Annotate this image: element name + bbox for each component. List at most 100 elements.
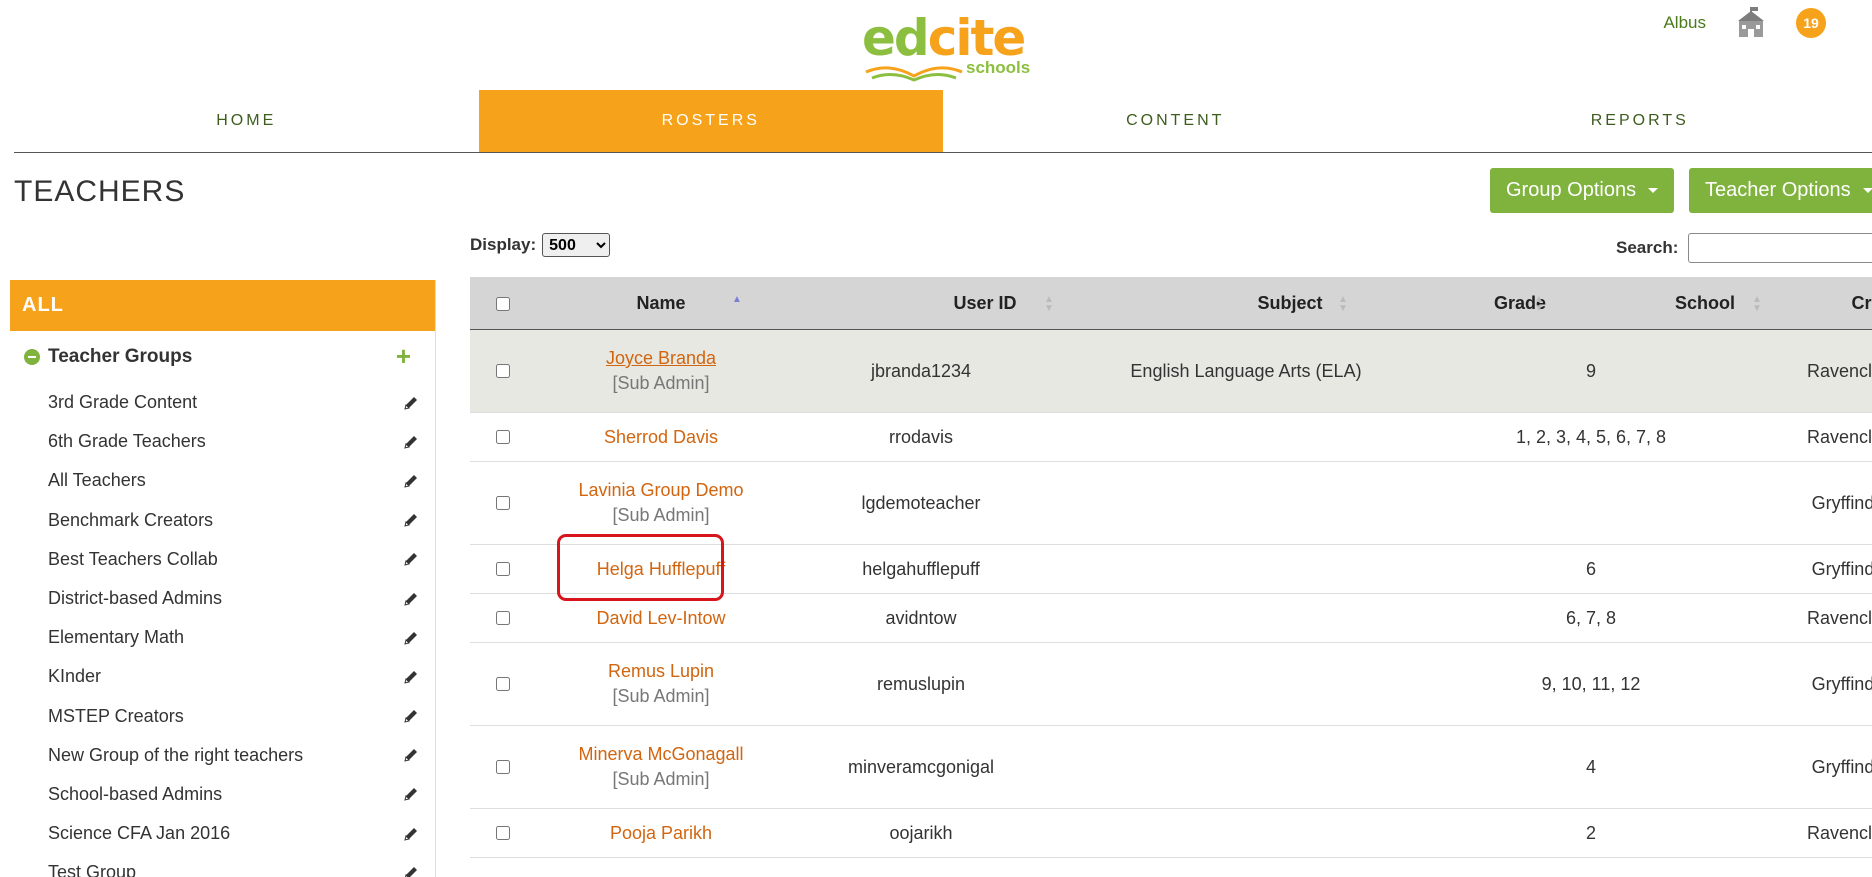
edit-pencil-icon[interactable] [403,630,419,646]
grade-cell: 9 [1585,360,1596,381]
page-title: TEACHERS [14,175,186,208]
edit-pencil-icon[interactable] [403,473,419,489]
sidebar-group-item[interactable]: School-based Admins [10,775,435,814]
edit-pencil-icon[interactable] [403,747,419,763]
grade-cell: 2 [1585,822,1596,843]
row-checkbox[interactable] [496,562,510,576]
logo-subtitle: schools [966,58,1031,77]
userid-cell: minveramcgonigal [847,756,995,777]
row-checkbox[interactable] [496,611,510,625]
sidebar-all[interactable]: ALL [10,280,435,331]
edit-pencil-icon[interactable] [403,708,419,724]
userid-cell: remuslupin [876,673,966,694]
nav-tab-home[interactable]: HOME [14,90,479,152]
teacher-name-link[interactable]: Pooja Parikh [610,823,712,844]
row-checkbox[interactable] [496,430,510,444]
edit-pencil-icon[interactable] [403,434,419,450]
teacher-groups-title: Teacher Groups [48,346,193,367]
table-row: Remus Lupin [Sub Admin] remuslupin 9, 10, 1… [470,643,1872,726]
col-userid[interactable]: User ID [850,277,1120,330]
edit-pencil-icon[interactable] [403,786,419,802]
col-created[interactable]: Created [1790,277,1872,330]
select-all-checkbox[interactable] [496,296,510,311]
sort-icon[interactable]: ▲ ▼ [1338,295,1348,314]
school-cell: Gryffindor [1811,492,1872,513]
add-group-plus-icon[interactable]: + [396,343,411,369]
name-cell: Sherrod Davis [536,413,786,461]
book-icon [865,66,963,82]
sort-icon[interactable]: ▲ ▼ [1044,295,1054,314]
sidebar-group-item[interactable]: New Group of the right teachers [10,736,435,775]
nav-tab-rosters[interactable]: ROSTERS [478,90,943,152]
sort-icon[interactable]: ▲ ▼ [1752,295,1762,314]
sidebar-group-item[interactable]: All Teachers [10,461,435,500]
role-label: [Sub Admin] [612,505,710,525]
row-checkbox[interactable] [496,760,510,774]
school-building-icon[interactable] [1736,7,1766,39]
sidebar-group-item[interactable]: 6th Grade Teachers [10,422,435,461]
username-link[interactable]: Albus [1663,13,1706,33]
edit-pencil-icon[interactable] [403,865,419,877]
table-header: Name ▲ User ID ▲ ▼ Subject ▲ ▼ Grade ▲ ▼ Sc… [470,277,1872,330]
sidebar-group-item[interactable]: MSTEP Creators [10,697,435,736]
caret-down-icon [1648,188,1659,193]
sidebar-group-label: MSTEP Creators [48,705,184,726]
search-input[interactable] [1688,233,1872,263]
teacher-name-link[interactable]: Remus Lupin [608,661,714,682]
school-cell: Ravenclaw [1806,822,1872,843]
edit-pencil-icon[interactable] [403,551,419,567]
sidebar-group-item[interactable]: Elementary Math [10,618,435,657]
col-name[interactable]: Name [536,277,786,330]
collapse-minus-icon[interactable] [24,349,40,365]
row-checkbox[interactable] [496,826,510,840]
subject-cell [1056,643,1436,725]
user-area: Albus 19 [1663,6,1826,40]
teacher-name-link[interactable]: Sherrod Davis [604,427,718,448]
sidebar-group-item[interactable]: Test Group [10,853,435,877]
teacher-name-link[interactable]: Joyce Branda [606,348,716,369]
nav-tab-content[interactable]: CONTENT [943,90,1408,152]
table-body: Joyce Branda [Sub Admin] jbranda1234 Englis… [470,330,1872,858]
group-options-button[interactable]: Group Options [1490,168,1675,213]
teacher-options-button[interactable]: Teacher Options [1689,168,1872,213]
edit-pencil-icon[interactable] [403,591,419,607]
edcite-logo[interactable]: edcite schools [862,8,1032,82]
sidebar-group-item[interactable]: Science CFA Jan 2016 [10,814,435,853]
teacher-name-link[interactable]: Helga Hufflepuff [597,559,725,580]
grade-cell: 6, 7, 8 [1565,607,1617,628]
edit-pencil-icon[interactable] [403,395,419,411]
edit-pencil-icon[interactable] [403,669,419,685]
sidebar-group-item[interactable]: Best Teachers Collab [10,540,435,579]
row-checkbox[interactable] [496,496,510,510]
subject-cell [1056,809,1436,857]
notification-badge[interactable]: 19 [1796,8,1826,38]
sidebar: ALL Teacher Groups + 3rd Grade Content 6t… [10,280,436,877]
grade-cell: 4 [1585,756,1596,777]
table-row: Lavinia Group Demo [Sub Admin] lgdemoteach… [470,462,1872,545]
userid-cell: avidntow [885,607,957,628]
teacher-groups-header: Teacher Groups + [10,331,435,383]
main-nav: HOME ROSTERS CONTENT REPORTS [14,90,1872,153]
sort-asc-icon[interactable]: ▲ [732,295,742,305]
sort-icon[interactable]: ▲ ▼ [1534,295,1544,314]
sidebar-group-item[interactable]: KInder [10,657,435,696]
row-checkbox[interactable] [496,677,510,691]
edit-pencil-icon[interactable] [403,512,419,528]
teacher-name-link[interactable]: Minerva McGonagall [578,744,743,765]
nav-tab-reports[interactable]: REPORTS [1408,90,1872,152]
edit-pencil-icon[interactable] [403,826,419,842]
userid-cell: oojarikh [889,822,953,843]
display-select[interactable]: 500 [542,233,611,257]
teacher-name-link[interactable]: Lavinia Group Demo [578,480,743,501]
sidebar-group-item[interactable]: 3rd Grade Content [10,383,435,422]
school-cell: Gryffindor [1811,558,1872,579]
search-control: Search: [1616,233,1872,263]
sidebar-group-item[interactable]: District-based Admins [10,579,435,618]
name-cell: Remus Lupin [Sub Admin] [536,643,786,725]
teacher-groups-list: 3rd Grade Content 6th Grade Teachers All T… [10,383,435,877]
teacher-name-link[interactable]: David Lev-Intow [596,608,725,629]
logo-ed: ed [862,9,930,67]
table-row: Minerva McGonagall [Sub Admin] minveramcgo… [470,726,1872,809]
row-checkbox[interactable] [496,364,510,378]
sidebar-group-item[interactable]: Benchmark Creators [10,501,435,540]
